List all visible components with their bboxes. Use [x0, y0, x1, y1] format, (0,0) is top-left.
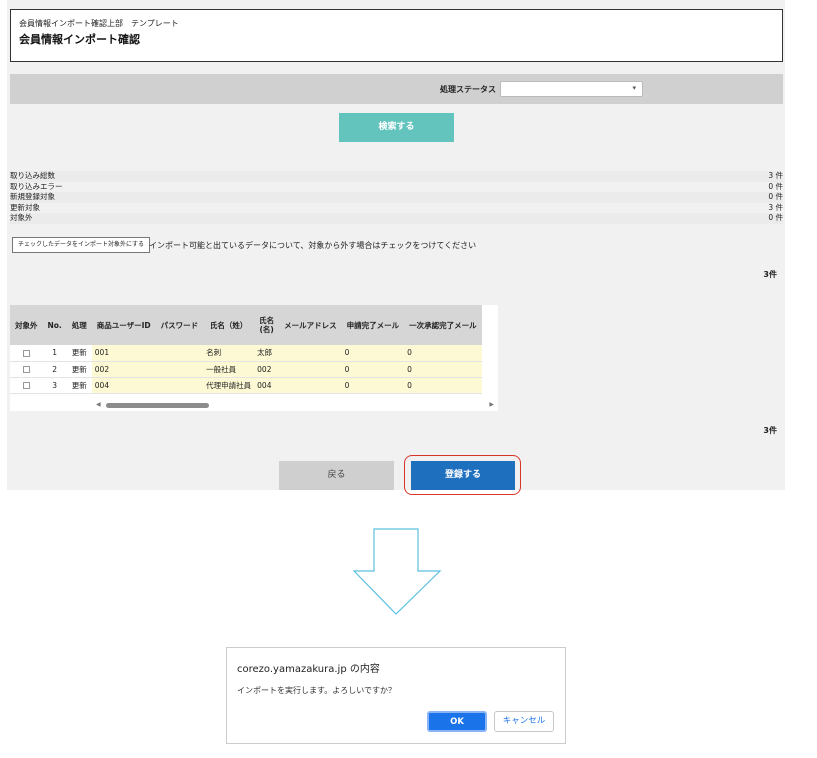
cell-email	[279, 345, 342, 362]
exclude-checkbox-cell	[10, 345, 43, 362]
cell-first-name: 太郎	[254, 345, 280, 362]
cell-first-name: 004	[254, 377, 280, 394]
exclude-checkbox[interactable]	[22, 366, 30, 373]
cell-action: 更新	[66, 361, 92, 378]
scroll-left-icon[interactable]: ◀	[96, 401, 101, 408]
cell-password	[155, 377, 204, 394]
col-last-name: 氏名（姓）	[203, 305, 255, 345]
col-user-id: 商品ユーザーID	[91, 305, 156, 345]
col-action: 処理	[66, 305, 92, 345]
result-count-top: 3件	[763, 270, 777, 279]
dialog-title: corezo.yamazakura.jp の内容	[237, 664, 380, 675]
confirm-dialog: corezo.yamazakura.jp の内容 インポートを実行します。よろし…	[226, 647, 566, 744]
cell-user-id: 002	[91, 361, 156, 378]
cancel-button[interactable]: キャンセル	[494, 711, 554, 732]
status-label: 処理ステータス	[440, 85, 496, 94]
col-password: パスワード	[155, 305, 204, 345]
page-title: 会員情報インポート確認	[19, 33, 140, 46]
cell-user-id: 001	[91, 345, 156, 362]
summary-value: 0 件	[768, 181, 783, 191]
exclude-checkbox-cell	[10, 377, 43, 394]
import-table: 対象外 No. 処理 商品ユーザーID パスワード 氏名（姓） 氏名 (名) メ…	[10, 305, 498, 411]
table-row: 2 更新 002 一般社員 002 0 0	[10, 361, 482, 378]
ok-button[interactable]: OK	[427, 711, 487, 732]
cell-last-name: 代理申請社員	[203, 377, 255, 394]
import-summary: 取り込み総数 3 件 取り込みエラー 0 件 新規登録対象 0 件 更新対象 3…	[10, 171, 783, 224]
table-row: 3 更新 004 代理申請社員 004 0 0	[10, 377, 482, 394]
summary-label: 更新対象	[10, 202, 40, 212]
summary-label: 対象外	[10, 213, 33, 222]
cell-approve-mail: 0	[404, 361, 482, 378]
cell-approve-mail: 0	[404, 377, 482, 394]
col-first-name: 氏名 (名)	[254, 305, 280, 345]
cell-first-name: 002	[254, 361, 280, 378]
col-apply-mail: 申請完了メール	[341, 305, 405, 345]
cell-password	[155, 361, 204, 378]
search-bar: 処理ステータス ▾	[10, 74, 783, 104]
exclude-checked-button[interactable]: チェックしたデータをインポート対象外にする	[12, 237, 151, 253]
cell-last-name: 名刺	[203, 345, 255, 362]
cell-no: 1	[42, 345, 67, 362]
summary-label: 取り込みエラー	[10, 181, 63, 191]
summary-row: 取り込みエラー 0 件	[10, 182, 783, 193]
exclude-checkbox[interactable]	[22, 349, 30, 357]
col-no: No.	[42, 305, 67, 345]
table-row: 1 更新 001 名刺 太郎 0 0	[10, 345, 482, 362]
summary-value: 0 件	[768, 213, 783, 222]
cell-action: 更新	[66, 345, 92, 362]
cell-no: 3	[42, 377, 67, 394]
exclude-checkbox-cell	[10, 361, 43, 378]
summary-value: 0 件	[768, 192, 783, 201]
horizontal-scrollbar[interactable]: ◀ ▶	[10, 401, 498, 410]
cell-apply-mail: 0	[341, 345, 405, 362]
exclude-note: インポート可能と出ているデータについて、対象から外す場合はチェックをつけてくださ…	[149, 241, 477, 250]
summary-label: 新規登録対象	[10, 192, 55, 201]
scroll-thumb[interactable]	[106, 403, 209, 408]
cell-user-id: 004	[91, 377, 156, 394]
summary-row: 新規登録対象 0 件	[10, 192, 783, 203]
cell-action: 更新	[66, 377, 92, 394]
summary-row: 更新対象 3 件	[10, 203, 783, 214]
back-button[interactable]: 戻る	[279, 461, 394, 490]
cell-apply-mail: 0	[341, 361, 405, 378]
summary-row: 取り込み総数 3 件	[10, 171, 783, 182]
cell-last-name: 一般社員	[203, 361, 255, 378]
table-header-row: 対象外 No. 処理 商品ユーザーID パスワード 氏名（姓） 氏名 (名) メ…	[10, 305, 482, 345]
result-count-bottom: 3件	[763, 426, 777, 435]
summary-value: 3 件	[768, 202, 783, 212]
summary-value: 3 件	[768, 171, 783, 180]
breadcrumb: 会員情報インポート確認上部 テンプレート	[19, 19, 179, 28]
register-button[interactable]: 登録する	[411, 461, 515, 490]
col-email: メールアドレス	[279, 305, 342, 345]
exclude-checkbox[interactable]	[22, 382, 30, 389]
page-header: 会員情報インポート確認上部 テンプレート 会員情報インポート確認	[10, 9, 783, 62]
cell-approve-mail: 0	[404, 345, 482, 362]
search-button[interactable]: 検索する	[339, 113, 454, 142]
cell-no: 2	[42, 361, 67, 378]
col-exclude: 対象外	[10, 305, 43, 345]
cell-email	[279, 361, 342, 378]
summary-row: 対象外 0 件	[10, 213, 783, 224]
col-approve-mail: 一次承認完了メール	[404, 305, 482, 345]
scroll-right-icon[interactable]: ▶	[489, 401, 494, 408]
summary-label: 取り込み総数	[10, 171, 55, 180]
cell-apply-mail: 0	[341, 377, 405, 394]
cell-email	[279, 377, 342, 394]
chevron-down-icon: ▾	[632, 84, 636, 92]
status-select[interactable]: ▾	[500, 81, 643, 97]
cell-password	[155, 345, 204, 362]
down-arrow-icon	[352, 528, 442, 615]
dialog-message: インポートを実行します。よろしいですか？	[237, 686, 396, 695]
